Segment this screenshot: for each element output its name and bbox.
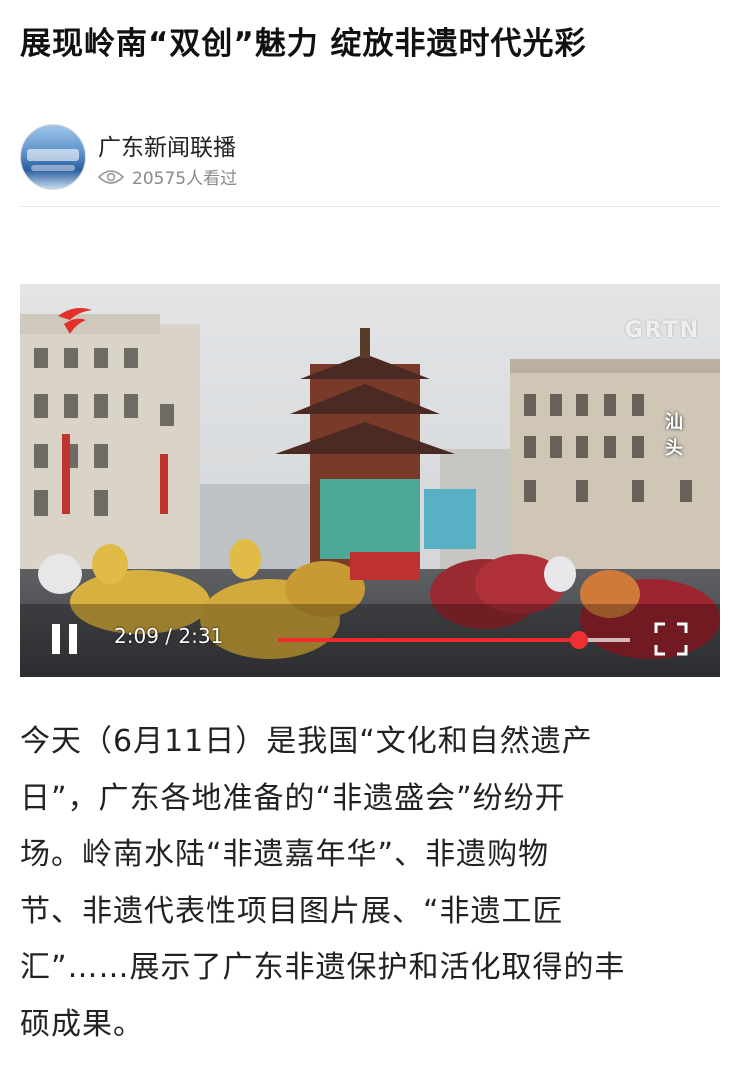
progress-handle[interactable] <box>569 631 588 649</box>
progress-fill <box>278 638 579 642</box>
author-block[interactable]: 广东新闻联播 20575人看过 <box>20 124 720 190</box>
video-watermark: GRTN <box>624 318 700 343</box>
pause-icon[interactable] <box>52 624 78 654</box>
broadcast-logo-icon <box>27 149 79 161</box>
body-line: 今天（6月11日）是我国“文化和自然遗产 <box>20 724 593 759</box>
article-title: 展现岭南“双创”魅力 绽放非遗时代光彩 <box>20 26 587 62</box>
body-line: 汇”……展示了广东非遗保护和活化取得的丰 <box>20 950 626 985</box>
video-player[interactable]: GRTN 汕头 2:09 / 2:31 <box>20 284 720 677</box>
header-divider <box>20 206 720 207</box>
body-line: 场。岭南水陆“非遗嘉年华”、非遗购物 <box>20 837 550 872</box>
video-controls: 2:09 / 2:31 <box>20 614 720 664</box>
body-line: 硕成果。 <box>20 1006 144 1042</box>
location-caption: 汕头 <box>665 412 683 459</box>
avatar-decoration <box>31 165 75 171</box>
author-avatar[interactable] <box>20 124 86 190</box>
progress-bar[interactable] <box>278 631 630 649</box>
eye-icon <box>98 169 124 184</box>
fullscreen-icon[interactable] <box>654 622 688 656</box>
playback-time: 2:09 / 2:31 <box>114 624 224 648</box>
body-line: 日”，广东各地准备的“非遗盛会”纷纷开 <box>20 780 566 816</box>
station-logo-icon <box>58 308 92 334</box>
view-count-text: 20575人看过 <box>132 169 238 189</box>
view-count: 20575人看过 <box>98 164 237 189</box>
body-line: 节、非遗代表性项目图片展、“非遗工匠 <box>20 893 564 929</box>
article-body: 今天（6月11日）是我国“文化和自然遗产 日”，广东各地准备的“非遗盛会”纷纷开… <box>20 714 720 1053</box>
author-name[interactable]: 广东新闻联播 <box>98 128 236 162</box>
